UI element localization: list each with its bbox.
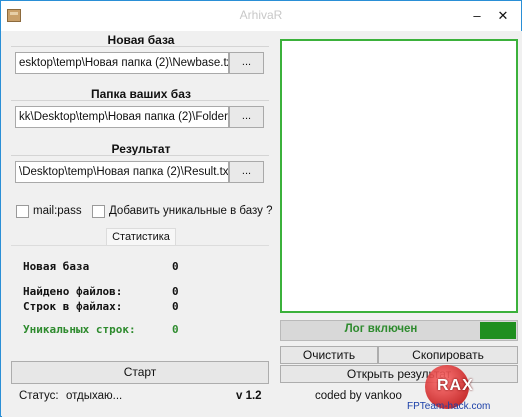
mail-pass-checkbox[interactable]: mail:pass <box>16 205 96 219</box>
credit-label: coded by vankoo <box>315 390 402 402</box>
watermark-text: RAX <box>437 377 474 394</box>
stat-files-found-label: Найдено файлов: <box>23 285 123 298</box>
statistics-tab: Статистика <box>106 228 176 246</box>
result-label: Результат <box>111 142 171 156</box>
stat-unique-value: 0 <box>172 323 179 336</box>
stat-lines-label: Строк в файлах: <box>23 300 123 313</box>
checkbox-box <box>16 205 29 218</box>
add-unique-label: Добавить уникальные в базу ? <box>109 205 273 217</box>
folder-path-field[interactable]: kk\Desktop\temp\Новая папка (2)\Folder <box>15 106 229 128</box>
mail-pass-label: mail:pass <box>33 205 82 217</box>
version-label: v 1.2 <box>236 390 262 402</box>
divider <box>11 100 269 101</box>
result-path-field[interactable]: \Desktop\temp\Новая папка (2)\Result.txt <box>15 161 229 183</box>
watermark-site: FPTeam-hack.com <box>407 401 491 412</box>
stat-new-base-label: Новая база <box>23 260 90 273</box>
window-title: ArhivaR <box>239 8 283 22</box>
folder-label: Папка ваших баз <box>90 87 192 101</box>
minimize-button[interactable]: – <box>469 9 485 23</box>
clear-button[interactable]: Очистить <box>280 346 378 364</box>
folder-browse-button[interactable]: ... <box>229 106 264 128</box>
log-toggle[interactable]: Лог включен <box>280 320 518 341</box>
result-browse-button[interactable]: ... <box>229 161 264 183</box>
status-value: отдыхаю... <box>66 390 123 402</box>
log-status-label: Лог включен <box>344 323 418 335</box>
stat-files-found-value: 0 <box>172 285 179 298</box>
status-label: Статус: <box>19 390 59 402</box>
divider <box>11 46 269 47</box>
client-area: Новая база esktop\temp\Новая папка (2)\N… <box>2 31 522 417</box>
checkbox-box <box>92 205 105 218</box>
divider <box>11 155 269 156</box>
main-window: ArhivaR – ✕ Новая база esktop\temp\Новая… <box>0 0 522 417</box>
new-base-label: Новая база <box>107 33 175 47</box>
watermark-logo: RAX FPTeam-hack.com <box>407 361 522 417</box>
stat-new-base-value: 0 <box>172 260 179 273</box>
stat-lines-value: 0 <box>172 300 179 313</box>
stat-unique-label: Уникальных строк: <box>23 323 136 336</box>
new-base-browse-button[interactable]: ... <box>229 52 264 74</box>
log-indicator <box>480 322 516 339</box>
start-button[interactable]: Старт <box>11 361 269 384</box>
log-textarea[interactable] <box>280 39 518 313</box>
close-button[interactable]: ✕ <box>495 9 511 23</box>
new-base-path-field[interactable]: esktop\temp\Новая папка (2)\Newbase.txt <box>15 52 229 74</box>
add-unique-checkbox[interactable]: Добавить уникальные в базу ? <box>92 205 273 219</box>
title-bar: ArhivaR – ✕ <box>1 1 521 31</box>
